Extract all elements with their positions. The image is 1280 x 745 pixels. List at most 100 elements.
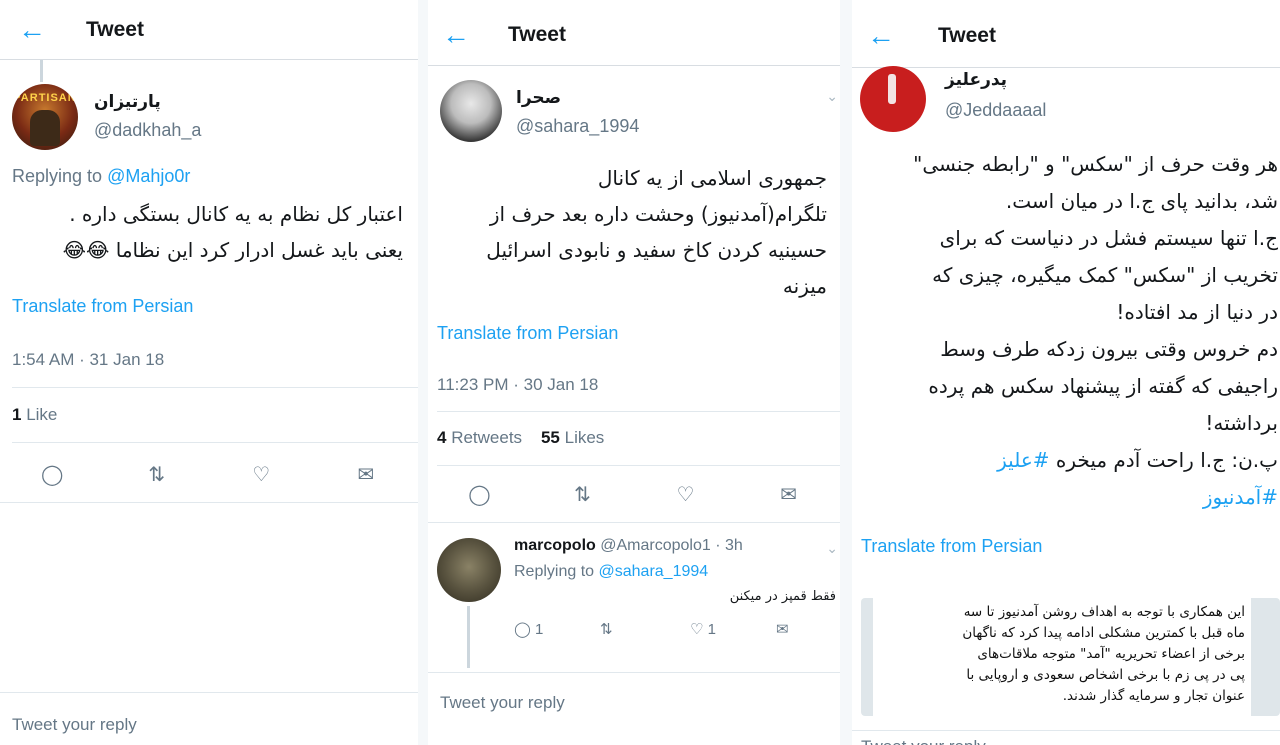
direct-message-icon[interactable]: ✉ (776, 620, 789, 638)
reply-icon[interactable]: ◯ (32, 462, 72, 487)
divider (0, 502, 418, 503)
likes-stat[interactable]: 55 Likes (541, 428, 604, 447)
reply-author-handle[interactable]: @Amarcopolo1 · 3h (600, 537, 743, 554)
avatar[interactable]: PARTISAN (12, 84, 78, 150)
retweet-icon[interactable]: ⇅ (137, 462, 177, 487)
hashtag-link[interactable]: #آمدنیوز (1203, 485, 1278, 509)
reply-reply-button[interactable]: ◯ 1 (514, 620, 600, 638)
engagement-stats: 4 Retweets 55 Likes (437, 428, 604, 448)
tweet-line: ج.ا تنها سیستم فشل در دنیاست که برای (939, 226, 1278, 250)
thread-line (40, 60, 43, 82)
author-name[interactable]: پدرعلیز (945, 70, 1007, 90)
reply-input[interactable]: Tweet your reply (0, 692, 418, 745)
timestamp[interactable]: 11:23 PM · 30 Jan 18 (437, 375, 598, 395)
header: ← Tweet (0, 0, 418, 60)
divider (437, 465, 840, 466)
header: ← Tweet (852, 4, 1280, 68)
like-heart-icon[interactable]: ♡ (666, 482, 706, 507)
likes-count: 55 (540, 428, 560, 447)
like-count-stat[interactable]: 1 Like (12, 405, 57, 425)
tweet-line-hashtag: #آمدنیوز (858, 479, 1278, 516)
reply-like-button[interactable]: ♡ 1 (690, 620, 776, 638)
author-name[interactable]: صحرا (516, 88, 561, 108)
avatar-logo-text: PARTISAN (13, 92, 77, 104)
image-line: ماه قبل با کمترین مشکلی ادامه پیدا کرد ک… (962, 625, 1245, 641)
reply-icon[interactable]: ◯ (460, 482, 500, 507)
replying-prefix: Replying to (12, 166, 108, 186)
tweet-text: اعتبار کل نظام به یه کانال بستگی داره . … (8, 196, 403, 268)
header: ← Tweet (428, 4, 840, 66)
reply-header: marcopolo @Amarcopolo1 · 3h (514, 537, 743, 555)
tweet-line: در دنیا از مد افتاده! (1116, 300, 1278, 324)
hashtag-link[interactable]: #علیز (997, 448, 1049, 472)
translate-link[interactable]: Translate from Persian (861, 536, 1042, 557)
direct-message-icon[interactable]: ✉ (769, 482, 809, 507)
retweet-icon[interactable]: ⇅ (563, 482, 603, 507)
retweet-icon[interactable]: ⇅ (600, 620, 690, 638)
back-arrow-icon[interactable]: ← (428, 20, 484, 49)
author-handle[interactable]: @dadkhah_a (94, 120, 201, 141)
tweet-text: هر وقت حرف از "سکس" و "رابطه جنسی" شد، ب… (858, 146, 1278, 516)
translate-link[interactable]: Translate from Persian (437, 323, 618, 344)
like-heart-icon[interactable]: ♡ (241, 462, 281, 487)
tweet-line: تخریب از "سکس" کمک میگیره، چیزی که (932, 263, 1278, 287)
back-arrow-icon[interactable]: ← (0, 15, 64, 44)
reply-reply-count: 1 (534, 621, 544, 638)
retweets-stat[interactable]: 4 Retweets (437, 428, 522, 447)
likes-label: Like (21, 405, 58, 424)
avatar-figure (888, 74, 896, 104)
avatar[interactable] (860, 66, 926, 132)
author-handle[interactable]: @Jeddaaaal (945, 100, 1046, 121)
reply-text: فقط قمپز در میکنن (729, 589, 836, 604)
avatar[interactable] (440, 80, 502, 142)
image-line: برخی از اعضاء تحریریه "آمد" متوجه ملاقات… (977, 646, 1245, 662)
tweet-line: میزنه (782, 274, 827, 298)
reply-like-count: 1 (707, 621, 716, 638)
tweet-line: حسینیه کردن کاخ سفید و نابودی اسرائیل (486, 238, 827, 262)
replying-handle-link[interactable]: @sahara_1994 (599, 563, 709, 580)
chevron-down-icon[interactable]: ⌄ (826, 88, 838, 105)
attached-image[interactable]: این همکاری با توجه به اهداف روشن آمدنیوز… (861, 598, 1280, 716)
header-title: Tweet (508, 22, 566, 46)
reply-input[interactable]: Tweet your reply (428, 672, 840, 745)
chevron-down-icon[interactable]: ⌄ (826, 540, 838, 557)
reply-avatar[interactable] (437, 538, 501, 602)
divider (12, 387, 418, 388)
tweet-line: هر وقت حرف از "سکس" و "رابطه جنسی" (913, 152, 1278, 176)
direct-message-icon[interactable]: ✉ (346, 462, 386, 487)
reply-author-name[interactable]: marcopolo (514, 537, 596, 554)
retweets-label: Retweets (446, 428, 523, 447)
header-title: Tweet (86, 17, 144, 41)
tweet-line: برداشته! (1205, 411, 1278, 435)
tweet-line: راجیفی که گفته از پیشنهاد سکس هم پرده (928, 374, 1278, 398)
tweet-panel-2: ← Tweet صحرا @sahara_1994 ⌄ جمهوری اسلام… (428, 0, 840, 745)
timestamp[interactable]: 1:54 AM · 31 Jan 18 (12, 350, 164, 370)
reply-replying-to: Replying to @sahara_1994 (514, 563, 708, 581)
panel-gap (418, 0, 428, 745)
panel-gap (840, 0, 852, 745)
tweet-line: اعتبار کل نظام به یه کانال بستگی داره . (69, 202, 403, 226)
back-arrow-icon[interactable]: ← (852, 21, 910, 50)
tweet-panel-3: ← Tweet پدرعلیز @Jeddaaaal هر وقت حرف از… (852, 0, 1280, 745)
replying-handle-link[interactable]: @Mahjo0r (107, 166, 190, 186)
header-title: Tweet (938, 23, 996, 47)
author-handle[interactable]: @sahara_1994 (516, 116, 639, 137)
thread-line (467, 606, 470, 668)
tweet-line-ps: پ.ن: ج.ا راحت آدم میخره #علیز (858, 442, 1278, 479)
action-bar: ◯ ⇅ ♡ ✉ (0, 458, 418, 490)
translate-link[interactable]: Translate from Persian (12, 296, 193, 317)
tweet-line: دم خروس وقتی بیرون زدکه طرف وسط (940, 337, 1278, 361)
tweet-text: جمهوری اسلامی از یه کانال تلگرام(آمدنیوز… (432, 160, 827, 304)
image-line: پی در پی زم با برخی اشخاص سعودی و اروپای… (966, 667, 1245, 683)
tweet-line: شد، بدانید پای ج.ا در میان است. (1005, 189, 1278, 213)
tweet-line: جمهوری اسلامی از یه کانال (597, 166, 827, 190)
avatar-figure (30, 110, 60, 146)
divider (428, 522, 840, 523)
divider (437, 411, 840, 412)
tweet-line: یعنی باید غسل ادرار کرد این نظاما 😂😂 (62, 238, 403, 262)
image-line: این همکاری با توجه به اهداف روشن آمدنیوز… (963, 604, 1245, 620)
replying-to: Replying to @Mahjo0r (12, 166, 190, 187)
image-text: این همکاری با توجه به اهداف روشن آمدنیوز… (881, 602, 1245, 707)
reply-input[interactable]: Tweet your reply (852, 730, 1280, 745)
author-name[interactable]: پارتیزان (94, 92, 161, 112)
